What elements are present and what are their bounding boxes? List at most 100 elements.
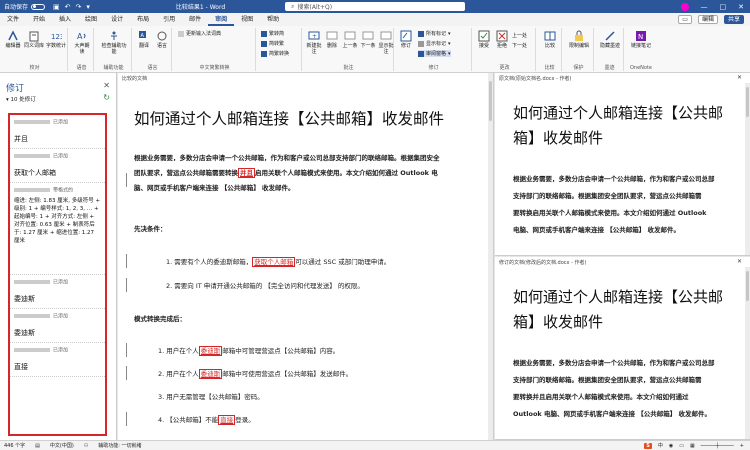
group-label-tracking: 修订 [428, 65, 439, 71]
linked-notes-button[interactable]: N 链接笔记 [628, 30, 654, 49]
original-document[interactable]: 原文档(原始文档名.docx - 作者) ✕ 如何通过个人邮箱连接【公共邮 箱】… [495, 73, 750, 256]
tab-help[interactable]: 帮助 [260, 13, 286, 26]
accessibility-status[interactable]: 辅助功能: 一切就绪 [98, 442, 141, 449]
zoom-slider[interactable]: ─────┼───── [701, 443, 734, 449]
tab-view[interactable]: 视图 [234, 13, 260, 26]
revised-title-line: 箱】收发邮件 [513, 313, 604, 331]
print-layout-icon[interactable]: ▭ [679, 443, 684, 449]
editing-mode-button[interactable]: 编辑 [697, 15, 718, 24]
tab-references[interactable]: 引用 [156, 13, 182, 26]
mic-icon[interactable]: ◉ [669, 443, 673, 449]
close-icon[interactable]: ✕ [738, 3, 744, 11]
list-item-text: 4. 【公共邮箱】不能 [158, 416, 219, 424]
scrollbar[interactable] [745, 83, 750, 255]
revision-item[interactable]: 已添加 直接 [10, 343, 105, 377]
maximize-icon[interactable]: □ [720, 3, 727, 11]
title-bar: 自动保存 ▣ ↶ ↷ ▾ 比较结果1 - Word ⌕ 搜索(Alt+Q) — … [0, 0, 750, 13]
trad-to-simp[interactable]: 繁转简 [261, 30, 284, 37]
previous-change-button[interactable]: 上一处 [512, 32, 527, 39]
word-count[interactable]: 446 个字 [4, 442, 25, 449]
language-button[interactable]: 语言 [154, 30, 170, 49]
compare-button[interactable]: 比较 [541, 30, 559, 49]
minimize-icon[interactable]: — [701, 3, 708, 11]
show-comments-button[interactable]: 显示批注 [378, 30, 394, 55]
update-ime-dictionary[interactable]: 更新输入法词典 [178, 30, 221, 37]
revised-document[interactable]: 修订的文档(修改后的文档.docx - 作者) ✕ 如何通过个人邮箱连接【公共邮… [495, 257, 750, 440]
track-changes-button[interactable]: 修订 [398, 30, 414, 49]
tab-layout[interactable]: 布局 [130, 13, 156, 26]
language-label: 语言 [156, 43, 167, 49]
inserted-text[interactable]: 并且 [238, 168, 255, 178]
restrict-editing-button[interactable]: 限制编辑 [566, 30, 592, 49]
tab-mailings[interactable]: 邮件 [182, 13, 208, 26]
tab-design[interactable]: 设计 [104, 13, 130, 26]
scrollbar[interactable] [745, 267, 750, 439]
tab-draw[interactable]: 绘图 [78, 13, 104, 26]
scrollbar-thumb[interactable] [746, 87, 749, 117]
inserted-text[interactable]: 委迪斯 [198, 346, 223, 356]
hide-ink-label: 隐藏墨迹 [599, 43, 620, 49]
next-change-button[interactable]: 下一处 [512, 42, 527, 49]
refresh-icon[interactable]: ↻ [103, 93, 110, 102]
autosave-toggle[interactable]: 自动保存 [0, 2, 46, 11]
inserted-text[interactable]: 直接 [218, 415, 236, 425]
translate-button[interactable]: A 翻译 [136, 30, 152, 49]
avatar[interactable] [680, 2, 689, 11]
revision-item[interactable]: 已添加 并且 [10, 115, 105, 149]
comments-button[interactable]: ▭ [678, 15, 692, 24]
sogou-ime-icon[interactable]: S [644, 442, 652, 449]
scrollbar[interactable] [488, 73, 493, 440]
simp-to-trad-label: 简转繁 [269, 41, 285, 47]
scrollbar-thumb[interactable] [489, 81, 492, 121]
close-icon[interactable]: ✕ [737, 74, 742, 81]
revision-item[interactable]: 已添加 委迪斯 [10, 275, 105, 309]
compare-icon [544, 31, 556, 41]
tab-home[interactable]: 开始 [26, 13, 52, 26]
revision-count[interactable]: ▾ 10 处修订 [6, 95, 36, 103]
markup-dropdown[interactable]: 所有标记 ▾ [418, 30, 451, 37]
reviewing-pane-button[interactable]: 审阅窗格 ▾ [418, 50, 451, 57]
tab-file[interactable]: 文件 [0, 13, 26, 26]
language-status[interactable]: 中文(中国) [50, 442, 74, 449]
proofing-icon[interactable]: ▤ [35, 443, 40, 449]
compared-document[interactable]: 比较的文档 如何通过个人邮箱连接【公共邮箱】收发邮件 根据业务需要，多数分店会申… [118, 73, 494, 440]
close-icon[interactable]: ✕ [103, 81, 110, 90]
change-bar [126, 412, 127, 426]
revision-item[interactable]: 已添加 获取个人邮箱 [10, 149, 105, 183]
accept-button[interactable]: 接受 [476, 30, 492, 49]
revision-item[interactable]: 已添加 委迪斯 [10, 309, 105, 343]
word-count-button[interactable]: 123 字数统计 [46, 30, 66, 49]
redo-icon[interactable]: ↷ [76, 3, 82, 11]
check-accessibility-label: 检查辅助功能 [101, 43, 127, 55]
simp-to-trad[interactable]: 简转繁 [261, 40, 284, 47]
check-accessibility-button[interactable]: 检查辅助功能 [100, 30, 128, 55]
thesaurus-button[interactable]: 同义词库 [24, 30, 44, 49]
scrollbar-thumb[interactable] [746, 271, 749, 301]
tab-insert[interactable]: 插入 [52, 13, 78, 26]
inserted-text[interactable]: 获取个人邮箱 [252, 257, 296, 267]
new-comment-button[interactable]: + 新建批注 [306, 30, 322, 55]
web-layout-icon[interactable]: ▦ [690, 443, 695, 449]
simp-trad-convert[interactable]: 简繁转换 [261, 50, 289, 57]
new-comment-label: 新建批注 [306, 43, 322, 55]
zoom-in-icon[interactable]: + [740, 443, 744, 449]
previous-comment-button[interactable]: 上一条 [342, 30, 358, 49]
reject-button[interactable]: 拒绝 [494, 30, 510, 49]
read-aloud-button[interactable]: A 大声朗读 [73, 30, 91, 55]
editor-button[interactable]: 编辑器 [4, 30, 22, 49]
tab-review[interactable]: 审阅 [208, 13, 235, 26]
hide-ink-button[interactable]: 隐藏墨迹 [598, 30, 622, 49]
undo-icon[interactable]: ↶ [65, 3, 71, 11]
save-icon[interactable]: ▣ [53, 3, 60, 11]
revision-item[interactable]: 带格式的 缩进: 左侧: 1.83 厘米, 多级符号 + 级别: 1 + 编号样… [10, 183, 105, 275]
search-input[interactable]: ⌕ 搜索(Alt+Q) [285, 2, 466, 11]
inserted-text[interactable]: 委迪斯 [198, 369, 223, 379]
toggle-switch[interactable] [31, 3, 46, 10]
share-button[interactable]: 共享 [723, 15, 744, 24]
next-comment-button[interactable]: 下一条 [360, 30, 376, 49]
close-icon[interactable]: ✕ [737, 258, 742, 265]
delete-comment-button[interactable]: 删除 [324, 30, 340, 49]
show-markup-dropdown[interactable]: 显示标记 ▾ [418, 40, 451, 47]
ime-mode-icon[interactable]: 中 [658, 442, 663, 449]
customize-qat-icon[interactable]: ▾ [86, 3, 90, 11]
